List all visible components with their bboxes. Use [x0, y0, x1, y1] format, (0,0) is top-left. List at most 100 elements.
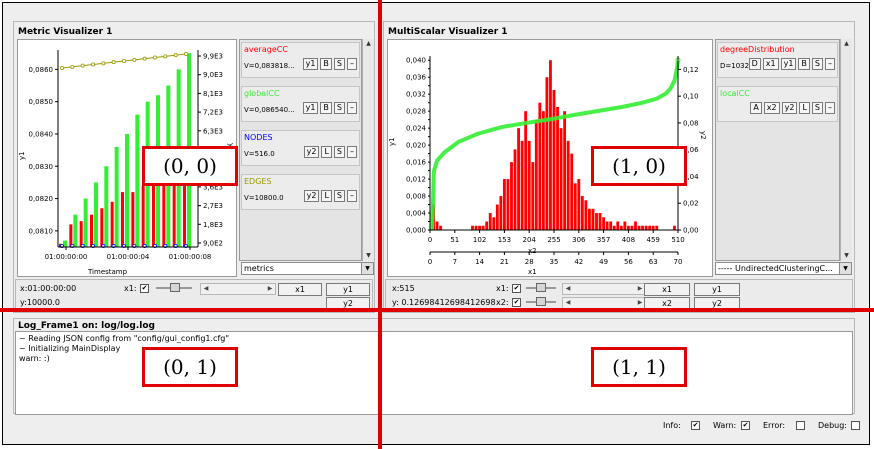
metric-legend-button[interactable]: –: [347, 146, 357, 158]
multiscalar-legend-button[interactable]: S: [811, 102, 823, 114]
degree-distribution-bar: [584, 200, 588, 230]
edges-point: [152, 55, 157, 60]
degree-distribution-bar: [485, 221, 489, 230]
metric-y1-button[interactable]: y1: [326, 283, 370, 296]
y-tick-label: 0,016: [406, 159, 427, 167]
scroll-right-arrow-icon[interactable]: ▶: [265, 284, 275, 294]
metric-legend-button[interactable]: S: [333, 102, 345, 114]
scroll-left-arrow-icon[interactable]: ◀: [563, 284, 573, 294]
metric-legend-button[interactable]: y2: [303, 190, 320, 202]
multiscalar-legend-button[interactable]: S: [811, 58, 823, 70]
multiscalar-legend-panel: degreeDistribution D=1032 Dx1 y1 B S – localCC A…: [715, 39, 840, 261]
multiscalar-legend-scrollbar[interactable]: ▲ ▼: [840, 39, 852, 261]
slider-thumb[interactable]: [536, 283, 546, 292]
multiscalar-x2-label: x2:: [496, 298, 509, 307]
averagecc-bar: [100, 208, 104, 247]
multiscalar-legend-button[interactable]: –: [825, 102, 835, 114]
metric-legend-button[interactable]: L: [321, 190, 332, 202]
degree-distribution-bar: [573, 183, 577, 230]
metric-panel-title: Metric Visualizer 1: [18, 27, 113, 37]
chevron-down-icon: ▼: [839, 263, 851, 274]
metric-legend-button[interactable]: B: [320, 58, 332, 70]
scroll-left-arrow-icon[interactable]: ◀: [201, 284, 211, 294]
degree-distribution-bar: [439, 225, 443, 230]
metric-legend-button[interactable]: –: [347, 102, 357, 114]
y-tick-label: 0,036: [406, 74, 427, 82]
scroll-up-arrow-icon[interactable]: ▲: [841, 39, 852, 49]
degree-distribution-bar: [630, 225, 634, 230]
multiscalar-x1-button[interactable]: x1: [644, 283, 690, 296]
metric-x1-checkbox[interactable]: ✔: [140, 284, 149, 293]
y2-tick-label: 0,08: [683, 119, 699, 127]
edges-point: [183, 51, 188, 56]
degree-distribution-bar: [541, 111, 545, 230]
metric-legend-button[interactable]: S: [333, 58, 345, 70]
scroll-left-arrow-icon[interactable]: ◀: [563, 298, 573, 308]
y2-tick-label: 1,8E3: [203, 221, 223, 229]
slider-thumb[interactable]: [170, 283, 180, 292]
metric-legend-button[interactable]: y1: [302, 58, 319, 70]
x-tick-label: 01:00:00:08: [169, 253, 212, 261]
metric-legend-button[interactable]: L: [321, 146, 332, 158]
metric-legend-button[interactable]: S: [333, 146, 345, 158]
metric-legend-button[interactable]: –: [347, 190, 357, 202]
multiscalar-x2-checkbox[interactable]: ✔: [512, 298, 521, 307]
degree-distribution-bar: [616, 221, 620, 230]
multiscalar-legend-button[interactable]: –: [825, 58, 835, 70]
multiscalar-legend-button[interactable]: L: [799, 102, 810, 114]
log-filter-checkbox[interactable]: ✔: [741, 421, 750, 430]
metric-legend-button[interactable]: B: [320, 102, 332, 114]
degree-distribution-bar: [534, 119, 538, 230]
metric-legend-button[interactable]: y1: [302, 102, 319, 114]
multiscalar-legend-button[interactable]: x1: [762, 58, 779, 70]
averagecc-bar: [69, 224, 73, 247]
multiscalar-x1-slider[interactable]: [526, 283, 556, 293]
x2-tick-label: 255: [547, 236, 560, 244]
metric-legend-button[interactable]: y2: [303, 146, 320, 158]
slider-thumb[interactable]: [536, 297, 546, 306]
degree-distribution-bar: [559, 128, 563, 230]
multiscalar-x2-slider[interactable]: [526, 297, 556, 307]
multiscalar-legend-button[interactable]: x2: [763, 102, 780, 114]
multiscalar-legend-button[interactable]: y2: [781, 102, 798, 114]
multiscalar-y-readout: y: 0.12698412698412698: [392, 298, 496, 307]
degree-distribution-bar: [673, 225, 676, 230]
multiscalar-legend-button[interactable]: A: [750, 102, 762, 114]
degree-distribution-bar: [580, 196, 584, 230]
multiscalar-x1-label: x1:: [496, 284, 509, 293]
log-text-area[interactable]: ~ Reading JSON config from "config/gui_c…: [15, 331, 853, 415]
metric-legend-button[interactable]: –: [347, 58, 357, 70]
log-filter-checkbox[interactable]: [796, 421, 805, 430]
multiscalar-x-readout: x:515: [392, 284, 415, 293]
scroll-down-arrow-icon[interactable]: ▼: [841, 251, 852, 261]
metric-legend-button[interactable]: S: [333, 190, 345, 202]
log-filter-checkbox[interactable]: [851, 421, 860, 430]
scroll-up-arrow-icon[interactable]: ▲: [363, 39, 374, 49]
metric-hscroll[interactable]: ◀ ▶: [200, 283, 276, 295]
degree-distribution-bar: [556, 106, 559, 230]
y2-tick-label: 2,7E3: [203, 202, 223, 210]
edges-point: [91, 62, 96, 67]
multiscalar-y1-label: y1: [388, 137, 396, 146]
x2-tick-label: 408: [622, 236, 635, 244]
multiscalar-x2-label: x2: [528, 247, 537, 255]
metric-x1-button[interactable]: x1: [278, 283, 322, 296]
metric-legend-name: NODES: [244, 133, 273, 142]
metric-legend-scrollbar[interactable]: ▲ ▼: [362, 39, 374, 261]
x2-tick-label: 357: [597, 236, 610, 244]
multiscalar-legend-button[interactable]: D: [748, 58, 761, 70]
metric-select[interactable]: metrics ▼: [241, 262, 374, 275]
multiscalar-legend-button[interactable]: y1: [780, 58, 797, 70]
multiscalar-select[interactable]: ----- UndirectedClusteringC... ▼: [715, 262, 852, 275]
multiscalar-y1-button[interactable]: y1: [694, 283, 740, 296]
multiscalar-x1-checkbox[interactable]: ✔: [512, 284, 521, 293]
metric-x1-slider[interactable]: [156, 283, 192, 293]
multiscalar-legend-button[interactable]: B: [798, 58, 810, 70]
multiscalar-hscroll-1[interactable]: ◀ ▶: [562, 283, 646, 295]
x-tick-label: 01:00:00:00: [45, 253, 88, 261]
metric-legend-name: averageCC: [244, 45, 288, 54]
log-filter-checkbox[interactable]: ✔: [691, 421, 700, 430]
scroll-down-arrow-icon[interactable]: ▼: [363, 251, 374, 261]
x1-tick-label: 70: [674, 258, 683, 266]
degree-distribution-bar: [637, 225, 641, 230]
